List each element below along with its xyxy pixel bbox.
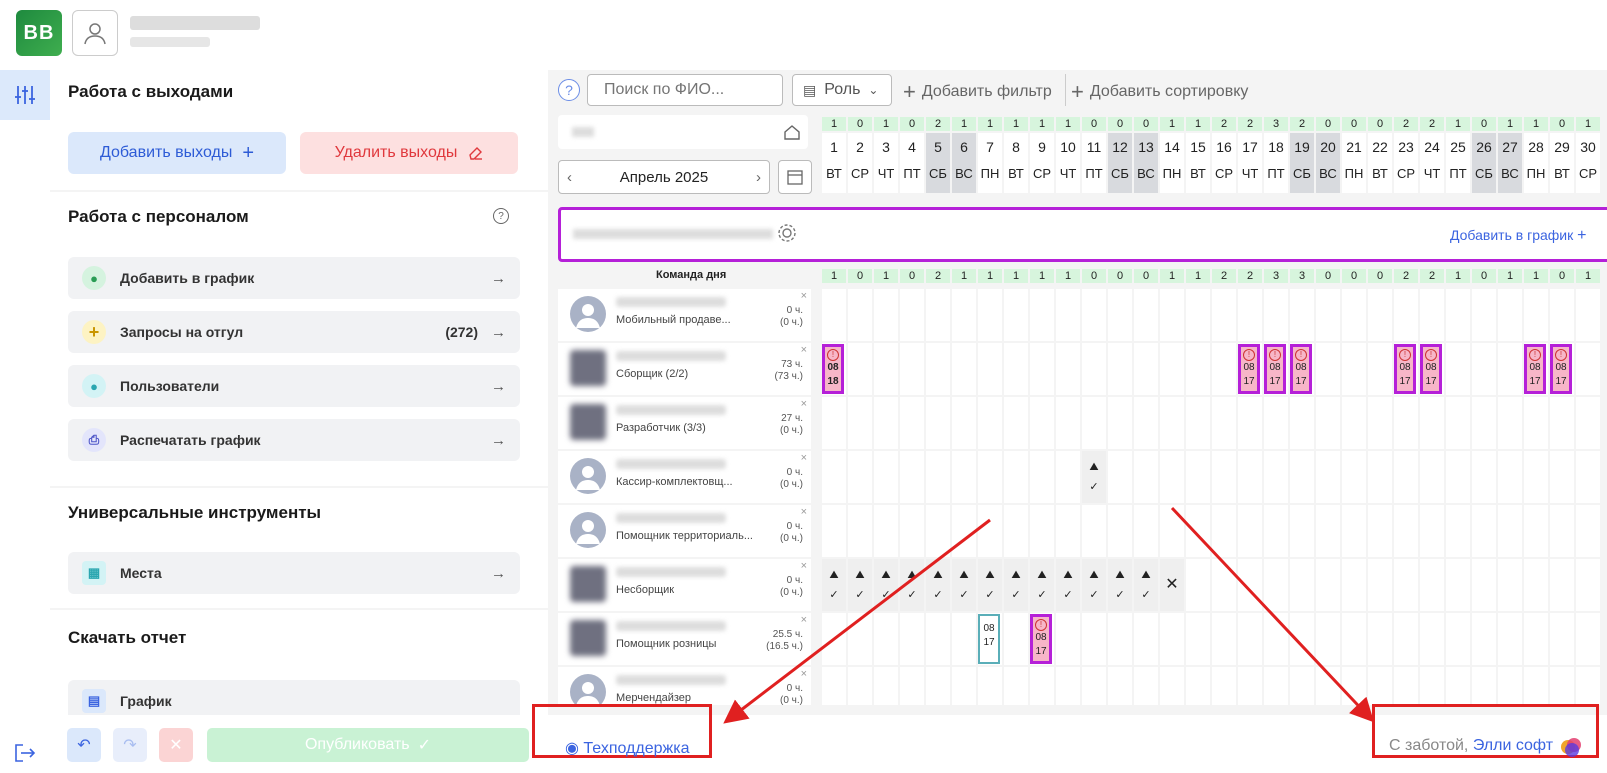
annotation-arrows bbox=[723, 506, 1375, 724]
arrow-to-credit bbox=[1170, 506, 1375, 723]
arrow-to-support bbox=[723, 518, 991, 724]
